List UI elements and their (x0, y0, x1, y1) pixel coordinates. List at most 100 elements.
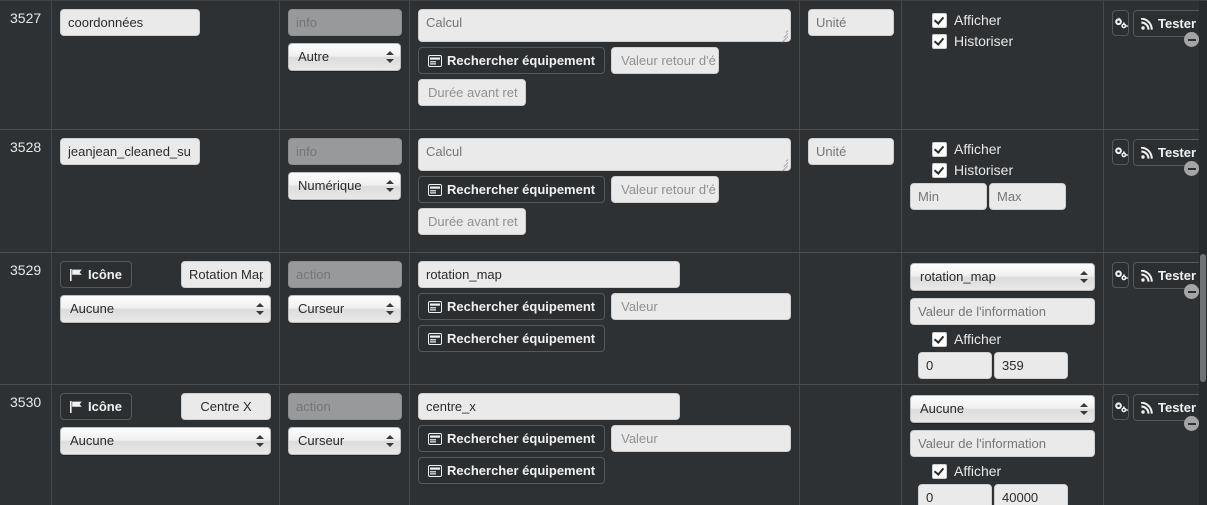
search-equipment-button[interactable]: Rechercher équipement (418, 293, 606, 320)
return-value-input[interactable]: Valeur retour d'é (611, 176, 720, 203)
checkbox-box (932, 463, 947, 479)
search-equipment-button[interactable]: Rechercher équipement (418, 425, 606, 452)
row-unit-cell (800, 130, 902, 252)
afficher-checkbox[interactable]: Afficher (932, 139, 1095, 159)
configure-button[interactable] (1112, 10, 1129, 36)
search-equipment-button[interactable]: Rechercher équipement (418, 176, 606, 203)
icon-picker-button[interactable]: Icône (60, 261, 132, 288)
search-equipment-button-2[interactable]: Rechercher équipement (418, 457, 606, 484)
icon-picker-button[interactable]: Icône (60, 393, 132, 420)
min-input[interactable] (918, 484, 992, 505)
flag-icon (70, 400, 82, 413)
row-name-cell: Icône Aucune (52, 253, 280, 384)
test-label: Tester (1158, 268, 1197, 283)
scrollbar-thumb[interactable] (1200, 254, 1206, 382)
row-options-cell: Afficher Historiser (902, 130, 1104, 252)
remove-row-button[interactable] (1184, 32, 1199, 47)
afficher-label: Afficher (954, 141, 1002, 157)
command-input[interactable] (418, 261, 680, 288)
duration-input[interactable]: Durée avant ret (418, 208, 526, 235)
rss-icon (1141, 401, 1153, 414)
max-input[interactable] (994, 352, 1068, 379)
rss-icon (1141, 146, 1153, 159)
search-equipment-label: Rechercher équipement (447, 431, 596, 446)
type-select-value: Curseur (298, 301, 345, 316)
checkbox-box (932, 33, 947, 49)
search-equipment-label-2: Rechercher équipement (447, 463, 596, 478)
afficher-label: Afficher (954, 331, 1002, 347)
row-type-cell: Numérique (280, 130, 410, 252)
type-select[interactable]: Numérique (288, 172, 401, 200)
flag-icon (70, 268, 82, 281)
type-select[interactable]: Curseur (288, 295, 401, 323)
remove-row-button[interactable] (1184, 161, 1199, 176)
name-header: Icône (60, 393, 271, 420)
search-equipment-button[interactable]: Rechercher équipement (418, 47, 606, 74)
historiser-label: Historiser (954, 33, 1014, 49)
minus-circle-icon (1187, 422, 1196, 425)
rss-icon (1141, 17, 1153, 30)
name-input[interactable] (181, 393, 271, 420)
linked-info-select[interactable]: rotation_map (910, 263, 1095, 291)
calc-wrap (418, 138, 791, 173)
remove-row-button[interactable] (1184, 416, 1199, 431)
chevron-updown-icon (386, 434, 394, 448)
cogs-icon (1115, 270, 1128, 281)
calc-textarea[interactable] (418, 138, 791, 171)
duration-placeholder: Durée avant ret (428, 214, 518, 229)
unit-input[interactable] (808, 9, 894, 36)
max-input[interactable] (989, 183, 1066, 210)
test-label: Tester (1158, 16, 1197, 31)
name-input[interactable] (181, 261, 271, 288)
type-select[interactable]: Curseur (288, 427, 401, 455)
subtype-input (288, 261, 402, 288)
command-input[interactable] (418, 393, 680, 420)
unit-select[interactable]: Aucune (60, 295, 271, 323)
minus-circle-icon (1187, 167, 1196, 170)
afficher-checkbox[interactable]: Afficher (932, 329, 1095, 349)
configure-button[interactable] (1112, 139, 1129, 165)
vertical-scrollbar[interactable] (1199, 1, 1207, 505)
linked-info-select[interactable]: Aucune (910, 395, 1095, 423)
unit-input[interactable] (808, 138, 894, 165)
historiser-checkbox[interactable]: Historiser (932, 31, 1095, 51)
search-equipment-button-2[interactable]: Rechercher équipement (418, 325, 606, 352)
info-value-input[interactable] (910, 298, 1095, 325)
name-input[interactable] (60, 138, 200, 165)
historiser-checkbox[interactable]: Historiser (932, 160, 1095, 180)
name-input[interactable] (60, 9, 200, 36)
row-type-cell: Curseur (280, 385, 410, 505)
checkbox-box (932, 141, 947, 157)
afficher-checkbox[interactable]: Afficher (932, 461, 1095, 481)
row-name-cell (52, 1, 280, 129)
type-select[interactable]: Autre (288, 43, 401, 71)
row-options-cell: Aucune Afficher (902, 385, 1104, 505)
min-input[interactable] (910, 183, 987, 210)
duration-input[interactable]: Durée avant ret (418, 79, 526, 106)
search-row-2: Rechercher équipement (418, 325, 791, 352)
afficher-checkbox[interactable]: Afficher (932, 10, 1095, 30)
chevron-updown-icon (386, 302, 394, 316)
afficher-label: Afficher (954, 12, 1002, 28)
value-input[interactable]: Valeur (611, 293, 791, 320)
info-value-input[interactable] (910, 430, 1095, 457)
unit-select-value: Aucune (70, 433, 115, 448)
row-calc-cell: Rechercher équipement Valeur retour d'é … (410, 1, 800, 129)
row-id-cell: 3528 (0, 130, 52, 252)
remove-row-button[interactable] (1184, 284, 1199, 299)
return-value-input[interactable]: Valeur retour d'é (611, 47, 720, 74)
value-input[interactable]: Valeur (611, 425, 791, 452)
min-input[interactable] (918, 352, 992, 379)
list-alt-icon (428, 54, 442, 67)
cogs-icon (1115, 147, 1128, 158)
unit-select[interactable]: Aucune (60, 427, 271, 455)
cogs-icon (1115, 17, 1128, 29)
max-input[interactable] (994, 484, 1068, 505)
value-placeholder: Valeur (621, 431, 658, 446)
table-row: 3528 Numérique (0, 130, 1207, 253)
calc-textarea[interactable] (418, 9, 791, 42)
row-id: 3528 (10, 139, 42, 155)
minus-circle-icon (1187, 38, 1196, 41)
configure-button[interactable] (1112, 262, 1129, 288)
configure-button[interactable] (1112, 394, 1129, 420)
